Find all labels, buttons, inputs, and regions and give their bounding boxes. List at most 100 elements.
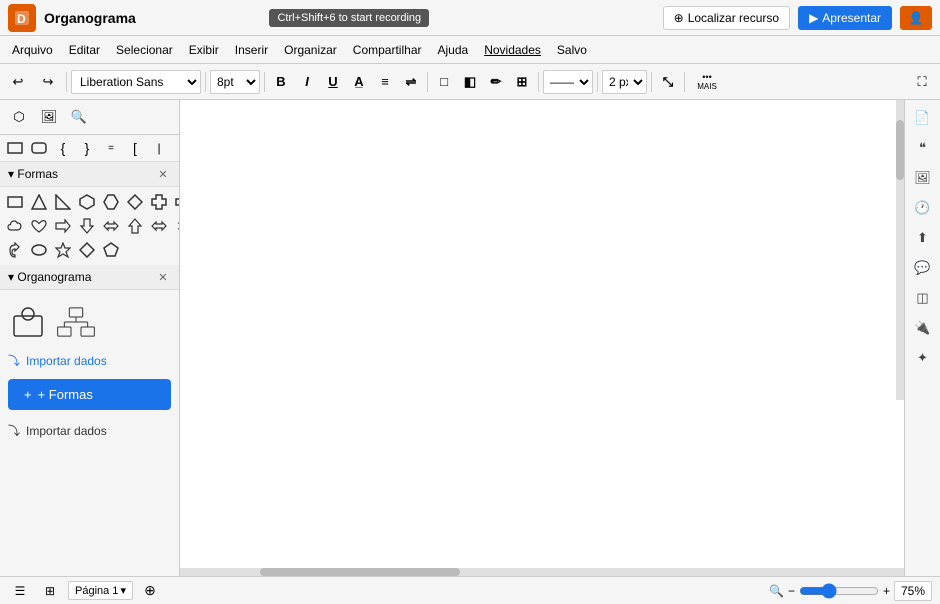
shape-rectangle[interactable] (4, 191, 26, 213)
font-family-select[interactable]: Liberation Sans (71, 70, 201, 94)
right-comment-button[interactable]: 💬 (909, 254, 937, 282)
quick-shape-rect[interactable] (4, 137, 26, 159)
quick-shape-bracket-open[interactable]: [ (124, 137, 146, 159)
line-style-select[interactable]: —— (543, 70, 593, 94)
quick-shape-brace-open[interactable]: { (52, 137, 74, 159)
list-view-button[interactable]: ☰ (8, 579, 32, 603)
shape-arrow-left-right[interactable] (100, 215, 122, 237)
org-shape-single[interactable] (8, 302, 48, 342)
right-history-button[interactable]: 🕐 (909, 194, 937, 222)
add-page-button[interactable]: ⊕ (139, 580, 161, 602)
align2-button[interactable]: ⇌ (399, 70, 423, 94)
shape-arrow-right[interactable] (52, 215, 74, 237)
panel-shapes-button[interactable]: ⬡ (6, 104, 32, 130)
menu-editar[interactable]: Editar (61, 40, 108, 60)
font-color-button[interactable]: A̲ (347, 70, 371, 94)
right-export-button[interactable]: ⬆ (909, 224, 937, 252)
menu-novidades[interactable]: Novidades (476, 40, 549, 60)
shape-pentagon[interactable] (100, 239, 122, 261)
org-shape-hierarchy[interactable] (56, 302, 96, 342)
right-page-button[interactable]: 📄 (909, 104, 937, 132)
shape-star[interactable] (52, 239, 74, 261)
panel-toolbar: ⬡ 🖼 🔍 (0, 100, 179, 135)
canvas-area[interactable] (180, 100, 904, 576)
orgchart-close-button[interactable]: ✕ (155, 269, 171, 285)
shape-heart[interactable] (28, 215, 50, 237)
right-cursor-button[interactable]: ✦ (909, 344, 937, 372)
toolbar-separator-2 (205, 72, 206, 92)
fill-button[interactable]: ◧ (458, 70, 482, 94)
font-size-select[interactable]: 8pt (210, 70, 260, 94)
add-shapes-button[interactable]: + + Formas (8, 379, 171, 410)
shape-hexagon[interactable] (76, 191, 98, 213)
shape-arrow-up[interactable] (124, 215, 146, 237)
right-image-button[interactable]: 🖼 (909, 164, 937, 192)
app-icon: D (8, 4, 36, 32)
canvas-scrollbar-thumb[interactable] (260, 568, 460, 576)
shape-cross[interactable] (148, 191, 170, 213)
canvas-scrollbar[interactable] (180, 568, 904, 576)
line-width-select[interactable]: 2 px (602, 70, 647, 94)
grid-view-button[interactable]: ⊞ (38, 579, 62, 603)
menu-exibir[interactable]: Exibir (181, 40, 227, 60)
menu-salvo[interactable]: Salvo (549, 40, 595, 60)
right-layers-button[interactable]: ◫ (909, 284, 937, 312)
shape-arrow-vertical[interactable] (172, 215, 180, 237)
shape-cloud[interactable] (4, 215, 26, 237)
right-scrollbar[interactable] (896, 100, 904, 400)
quick-shape-rounded[interactable] (28, 137, 50, 159)
more-button[interactable]: ••• MAIS (689, 68, 725, 96)
locate-resource-button[interactable]: ⊕ Localizar recurso (663, 6, 790, 30)
quick-shape-bracket-close[interactable]: | (148, 137, 170, 159)
right-scrollbar-thumb[interactable] (896, 120, 904, 180)
menu-organizar[interactable]: Organizar (276, 40, 345, 60)
align-button[interactable]: ≡ (373, 70, 397, 94)
undo-button[interactable]: ↩ (4, 68, 32, 96)
panel-search-button[interactable]: 🔍 (66, 104, 92, 130)
toolbar-separator-7 (651, 72, 652, 92)
bold-button[interactable]: B (269, 70, 293, 94)
zoom-percentage[interactable]: 75% (894, 581, 932, 601)
right-plugin-button[interactable]: 🔌 (909, 314, 937, 342)
right-quote-button[interactable]: ❝ (909, 134, 937, 162)
format-button[interactable]: ⊞ (510, 70, 534, 94)
line-color-button[interactable]: ✏ (484, 70, 508, 94)
redo-button[interactable]: ↪ (34, 68, 62, 96)
shape-curved-arrow[interactable] (4, 239, 26, 261)
quick-shape-equals[interactable]: = (100, 137, 122, 159)
zoom-slider[interactable] (799, 583, 879, 599)
shape-triangle[interactable] (28, 191, 50, 213)
formas-section-header[interactable]: ▾ Formas ✕ (0, 162, 179, 187)
formas-close-button[interactable]: ✕ (155, 166, 171, 182)
app-title: Organograma (44, 10, 261, 26)
user-button[interactable]: 👤 (900, 6, 932, 30)
underline-button[interactable]: U (321, 70, 345, 94)
shape-ellipse[interactable] (28, 239, 50, 261)
fullscreen-button[interactable]: ⛶ (908, 68, 936, 96)
shape-arrow-down[interactable] (76, 215, 98, 237)
shape-right-triangle[interactable] (52, 191, 74, 213)
shape-button[interactable]: □ (432, 70, 456, 94)
shapes-grid (0, 187, 179, 265)
menu-ajuda[interactable]: Ajuda (430, 40, 477, 60)
page-selector[interactable]: Página 1 ▾ (68, 581, 133, 600)
panel-image-button[interactable]: 🖼 (36, 104, 62, 130)
menu-arquivo[interactable]: Arquivo (4, 40, 61, 60)
menu-compartilhar[interactable]: Compartilhar (345, 40, 430, 60)
present-button[interactable]: ▶ Apresentar (798, 6, 892, 30)
zoom-plus: + (883, 584, 890, 598)
transform-button[interactable]: ⤡ (656, 70, 680, 94)
orgchart-section-header[interactable]: ▾ Organograma ✕ (0, 265, 179, 290)
quick-shape-brace-close[interactable]: } (76, 137, 98, 159)
menu-selecionar[interactable]: Selecionar (108, 40, 181, 60)
menu-inserir[interactable]: Inserir (227, 40, 276, 60)
shape-plus[interactable] (172, 191, 180, 213)
shape-diamond2[interactable] (76, 239, 98, 261)
canvas[interactable] (180, 100, 904, 576)
import-data-bottom[interactable]: ⤵ Importar dados (8, 418, 171, 443)
shape-hexagon2[interactable] (100, 191, 122, 213)
shape-diamond[interactable] (124, 191, 146, 213)
import-data-link[interactable]: ⤵ Importar dados (8, 350, 171, 371)
italic-button[interactable]: I (295, 70, 319, 94)
shape-arrow-bidirectional[interactable] (148, 215, 170, 237)
